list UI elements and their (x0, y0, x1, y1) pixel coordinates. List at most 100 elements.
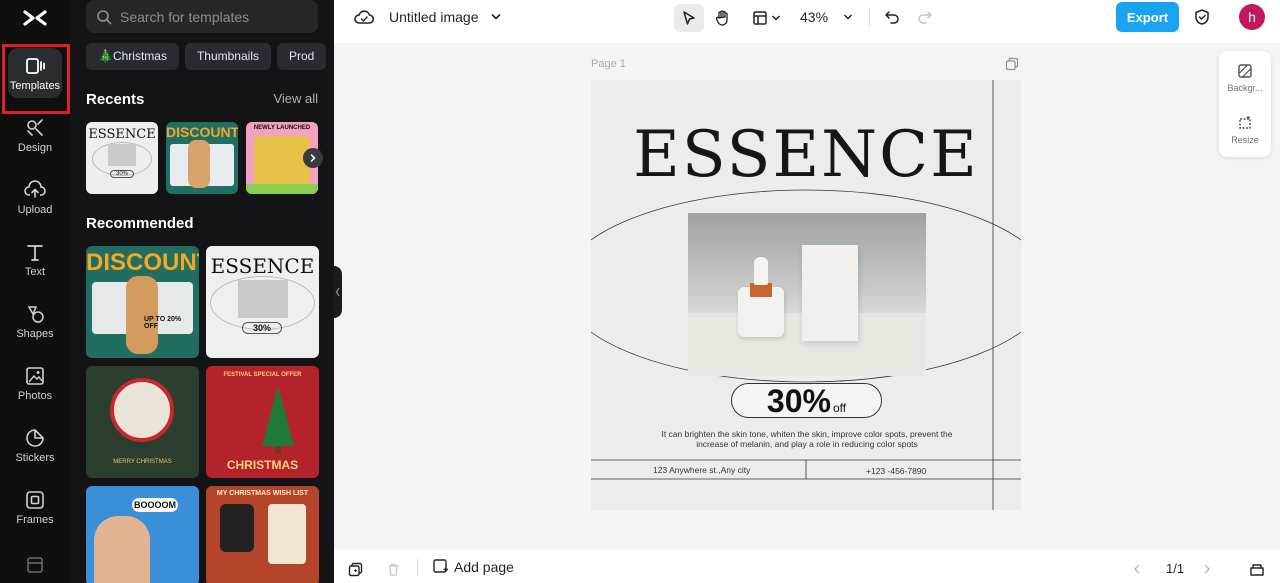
select-tool-button[interactable] (674, 4, 704, 32)
recents-title: Recents (86, 91, 145, 108)
resize-label: Resize (1231, 135, 1259, 145)
rail-label: Photos (17, 389, 53, 402)
rail-item-templates[interactable]: Templates (0, 42, 70, 114)
background-button[interactable]: Backgr... (1219, 63, 1271, 93)
photo-serum (750, 283, 772, 297)
thumb-jacket (220, 504, 254, 552)
rail-item-photos[interactable]: Photos (0, 352, 70, 414)
search-input[interactable] (120, 8, 310, 25)
undo-icon[interactable] (884, 9, 900, 25)
design-address[interactable]: 123 Anywhere st.,Any city (653, 465, 750, 475)
rail-item-text[interactable]: Text (0, 228, 70, 290)
thumb-offer: 30% (110, 170, 134, 178)
thumb-title: ESSENCE (88, 127, 156, 142)
rail-item-upload[interactable]: Upload (0, 166, 70, 228)
thumb-title: ESSENCE (210, 254, 315, 278)
layout-icon (752, 11, 767, 25)
chevron-down-icon (771, 15, 780, 21)
duplicate-page-icon[interactable] (1005, 57, 1019, 71)
recommended-template-boooom[interactable]: BOOOOM (86, 486, 199, 583)
pages-panel-icon[interactable] (1249, 561, 1265, 577)
rail-label: Upload (17, 203, 53, 216)
photos-icon (26, 366, 44, 385)
thumb-wreath (110, 378, 174, 442)
design-description[interactable]: It can brighten the skin tone, whiten th… (649, 429, 965, 449)
category-chips: 🎄Christmas Thumbnails Prod (86, 43, 334, 70)
recents-next-button[interactable] (303, 148, 323, 168)
thumb-figure (126, 276, 158, 354)
chip-christmas[interactable]: 🎄Christmas (86, 43, 179, 70)
thumb-offer: UP TO 20% OFF (144, 316, 182, 330)
resize-button[interactable]: Resize (1219, 115, 1271, 145)
thumb-person (94, 516, 150, 583)
rail-label: Design (17, 141, 53, 154)
cloud-sync-icon[interactable] (354, 8, 374, 26)
thumb-photo (238, 280, 288, 318)
duplicate-icon[interactable] (348, 562, 363, 577)
export-button[interactable]: Export (1116, 2, 1179, 32)
recent-template-discount[interactable]: DISCOUNT (166, 122, 238, 194)
rail-item-frames[interactable]: Frames (0, 476, 70, 538)
rail-label: Frames (16, 513, 54, 526)
product-photo[interactable] (688, 213, 926, 376)
thumb-items (268, 504, 306, 564)
app-logo-icon[interactable] (22, 5, 48, 31)
shield-check-icon[interactable] (1193, 8, 1211, 26)
rail-item-stickers[interactable]: Stickers (0, 414, 70, 476)
thumb-title: DISCOUNT (166, 124, 238, 140)
thumb-figure (188, 140, 210, 188)
thumb-footer (246, 184, 318, 194)
rail-item-shapes[interactable]: Shapes (0, 290, 70, 352)
user-avatar[interactable]: h (1239, 4, 1265, 30)
hand-tool-button[interactable] (708, 4, 738, 32)
shapes-icon (27, 305, 44, 323)
toolbar-divider (869, 8, 870, 26)
add-page-button[interactable]: Add page (432, 558, 514, 575)
stickers-icon (26, 428, 44, 447)
add-page-icon (433, 559, 448, 573)
templates-icon (26, 57, 45, 74)
chip-products[interactable]: Prod (276, 43, 327, 70)
template-search[interactable] (86, 0, 318, 33)
chevron-right-icon (310, 154, 316, 162)
zoom-chevron-down-icon[interactable] (843, 12, 853, 22)
recommended-template-discount[interactable]: DISCOUNT UP TO 20% OFF (86, 246, 199, 358)
recommended-template-wish-list[interactable]: MY CHRISTMAS WISH LIST (206, 486, 319, 583)
recent-template-essence[interactable]: ESSENCE 30% (86, 122, 158, 194)
recommended-template-christmas[interactable]: FESTIVAL SPECIAL OFFER CHRISTMAS (206, 366, 319, 478)
previous-page-icon[interactable] (1132, 563, 1142, 575)
page-label: Page 1 (591, 58, 626, 70)
recommended-template-merry-christmas[interactable]: MERRY CHRISTMAS (86, 366, 199, 478)
chevron-left-icon (335, 287, 340, 297)
recommended-template-essence[interactable]: ESSENCE 30% (206, 246, 319, 358)
rail-label: Templates (9, 79, 61, 92)
right-tools-panel: Backgr... Resize (1219, 51, 1271, 157)
background-icon (1238, 64, 1252, 78)
photo-box (802, 245, 858, 341)
panel-collapse-handle[interactable] (334, 266, 342, 318)
document-title[interactable]: Untitled image (389, 9, 479, 25)
next-page-icon[interactable] (1202, 563, 1212, 575)
more-apps-icon[interactable] (25, 555, 45, 575)
trash-icon[interactable] (386, 562, 401, 577)
design-brand-title[interactable]: ESSENCE (591, 118, 1021, 192)
add-page-label: Add page (454, 558, 514, 575)
redo-icon[interactable] (917, 9, 933, 25)
offer-badge[interactable]: 30% off (731, 383, 882, 418)
rail-item-design[interactable]: Design (0, 104, 70, 166)
chip-thumbnails[interactable]: Thumbnails (184, 43, 271, 70)
templates-panel: 🎄ChristmasThumbnailsProd Recents View al… (70, 0, 334, 583)
chevron-down-icon[interactable] (491, 12, 501, 22)
design-phone[interactable]: +123 -456-7890 (866, 466, 926, 476)
thumb-title: DISCOUNT (86, 249, 199, 276)
thumb-title: NEWLY LAUNCHED (253, 125, 311, 131)
thumb-title: CHRISTMAS (226, 458, 299, 472)
zoom-level[interactable]: 43% (800, 9, 828, 25)
top-toolbar: Untitled image 43% Export h (334, 0, 1280, 43)
photo-dropper (754, 257, 768, 285)
offer-off: off (832, 401, 847, 415)
design-canvas[interactable]: ESSENCE 30% off It can brighten the skin … (591, 80, 1021, 510)
view-all-link[interactable]: View all (273, 91, 318, 106)
thumb-photo (108, 144, 136, 166)
layout-menu-button[interactable] (748, 4, 784, 32)
